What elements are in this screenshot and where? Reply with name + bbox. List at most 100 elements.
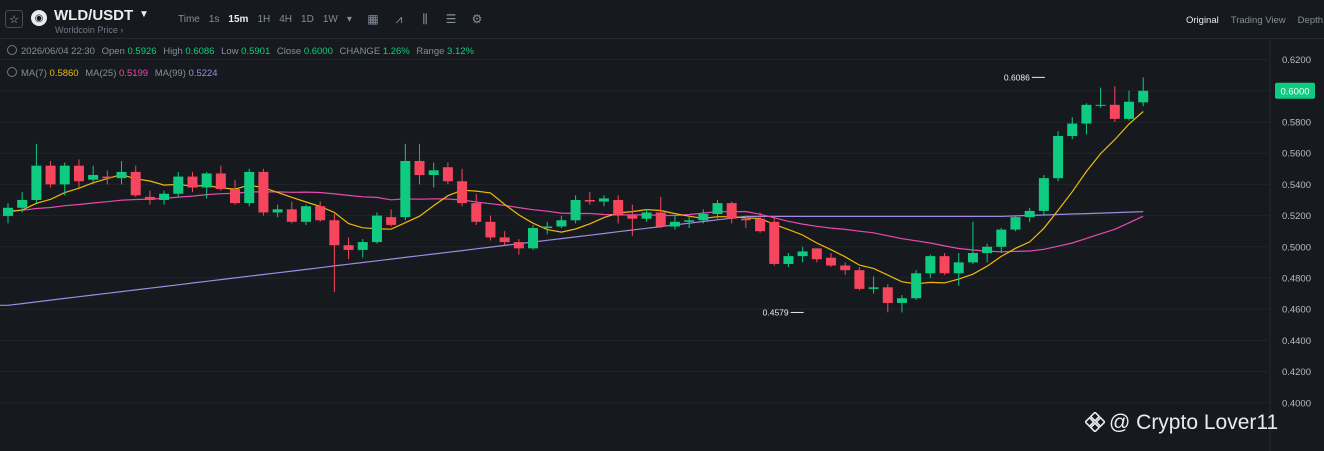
candle-body — [230, 189, 241, 204]
candle-body — [811, 248, 822, 260]
interval-1s[interactable]: 1s — [209, 14, 220, 25]
candle-body — [45, 165, 56, 185]
candle-body — [102, 176, 113, 179]
candle-body — [286, 209, 297, 222]
interval-4h[interactable]: 4H — [279, 14, 292, 25]
candle-body — [627, 215, 638, 219]
tab-depth[interactable]: Depth — [1298, 15, 1323, 26]
candle-body — [925, 256, 936, 274]
candle-body — [641, 212, 652, 219]
candle-body — [173, 176, 184, 194]
chevron-right-icon: › — [120, 25, 124, 35]
candle-body — [499, 237, 510, 243]
candle-body — [953, 262, 964, 274]
interval-time[interactable]: Time — [178, 14, 200, 25]
y-axis-tick-label: 0.5400 — [1282, 180, 1311, 191]
candle-body — [371, 215, 382, 243]
chevron-down-icon[interactable]: ▼ — [139, 9, 149, 20]
interval-1d[interactable]: 1D — [301, 14, 314, 25]
calendar-icon[interactable]: ▦ — [366, 12, 380, 26]
candle-body — [882, 287, 893, 303]
candle-body — [116, 171, 127, 179]
candlestick-chart[interactable]: 0.6200 0.6000 0.5800 0.5600 0.5400 0.5200 0.50… — [0, 38, 1324, 451]
y-axis-tick-label: 0.4800 — [1282, 273, 1311, 284]
candle-body — [939, 256, 950, 274]
y-axis-tick-label: 0.4400 — [1282, 336, 1311, 347]
candle-body — [542, 226, 553, 229]
candle-body — [329, 220, 340, 246]
pair-subtitle[interactable]: Worldcoin Price › — [55, 25, 123, 35]
tab-trading-view[interactable]: Trading View — [1231, 15, 1286, 26]
candle-type-icon[interactable]: ⫼ — [418, 12, 432, 26]
candle-body — [1138, 90, 1149, 103]
candle-body — [556, 220, 567, 227]
candle-body — [868, 287, 879, 289]
candle-body — [669, 221, 680, 227]
indicator-icon[interactable]: ⩘ — [392, 12, 406, 26]
candle-body — [982, 246, 993, 254]
interval-15m[interactable]: 15m — [228, 14, 248, 25]
candle-body — [428, 170, 439, 176]
interval-1h[interactable]: 1H — [257, 14, 270, 25]
candle-body — [73, 165, 84, 182]
favorite-star-icon[interactable]: ☆ — [5, 10, 23, 28]
candle-body — [144, 196, 155, 200]
candle-body — [1024, 210, 1035, 218]
candle-body — [471, 203, 482, 222]
candle-body — [1081, 104, 1092, 124]
candle-body — [300, 206, 311, 222]
candle-body — [996, 229, 1007, 247]
candle-body — [598, 198, 609, 202]
y-axis-tick-label: 0.6200 — [1282, 55, 1311, 66]
candle-body — [513, 242, 524, 249]
candle-body — [442, 167, 453, 182]
y-axis-tick-label: 0.5200 — [1282, 211, 1311, 222]
last-price-label: 0.6000 — [1280, 86, 1309, 97]
candle-body — [769, 221, 780, 264]
candle-body — [684, 220, 695, 222]
candle-body — [698, 214, 709, 221]
candle-body — [31, 165, 42, 200]
interval-more-chevron-icon[interactable]: ▾ — [347, 14, 352, 25]
tab-original[interactable]: Original — [1186, 15, 1219, 26]
candle-body — [655, 212, 666, 227]
candle-body — [712, 203, 723, 215]
settings-gear-icon[interactable]: ⚙ — [470, 12, 484, 26]
candle-body — [357, 242, 368, 250]
y-axis-tick-label: 0.4200 — [1282, 367, 1311, 378]
y-axis-tick-label: 0.5800 — [1282, 117, 1311, 128]
candle-body — [17, 199, 28, 208]
candle-body — [272, 209, 283, 213]
candle-body — [315, 206, 326, 221]
candle-body — [755, 218, 766, 232]
watermark-text: @ Crypto Lover11 — [1109, 411, 1279, 434]
drawing-tools-icon[interactable]: ☰ — [444, 12, 458, 26]
candle-body — [528, 228, 539, 249]
candle-body — [130, 171, 141, 196]
candle-body — [88, 175, 99, 180]
y-axis-tick-label: 0.5000 — [1282, 242, 1311, 253]
low-price-annotation: 0.4579 — [763, 307, 789, 317]
candle-body — [1067, 123, 1078, 137]
candle-body — [967, 253, 978, 263]
candle-body — [59, 165, 70, 185]
candle-body — [726, 203, 737, 219]
candle-body — [457, 181, 468, 204]
y-axis-tick-label: 0.5600 — [1282, 149, 1311, 160]
candle-body — [215, 173, 226, 190]
interval-tabs: Time 1s 15m 1H 4H 1D 1W ▾ — [178, 14, 361, 25]
watermark: @ Crypto Lover11 — [1085, 411, 1278, 435]
interval-1w[interactable]: 1W — [323, 14, 338, 25]
pair-subtitle-text: Worldcoin Price — [55, 25, 118, 35]
candle-body — [485, 221, 496, 238]
candle-body — [854, 270, 865, 289]
candle-body — [826, 257, 837, 266]
y-axis-tick-label: 0.4600 — [1282, 305, 1311, 316]
candle-body — [159, 193, 170, 200]
candle-body — [244, 171, 255, 204]
top-toolbar: ☆ ◉ WLD/USDT ▼ Worldcoin Price › Time 1s… — [0, 0, 1324, 39]
candle-body — [258, 171, 269, 213]
candle-body — [840, 265, 851, 271]
candle-body — [570, 199, 581, 221]
pair-selector[interactable]: WLD/USDT — [54, 7, 133, 24]
